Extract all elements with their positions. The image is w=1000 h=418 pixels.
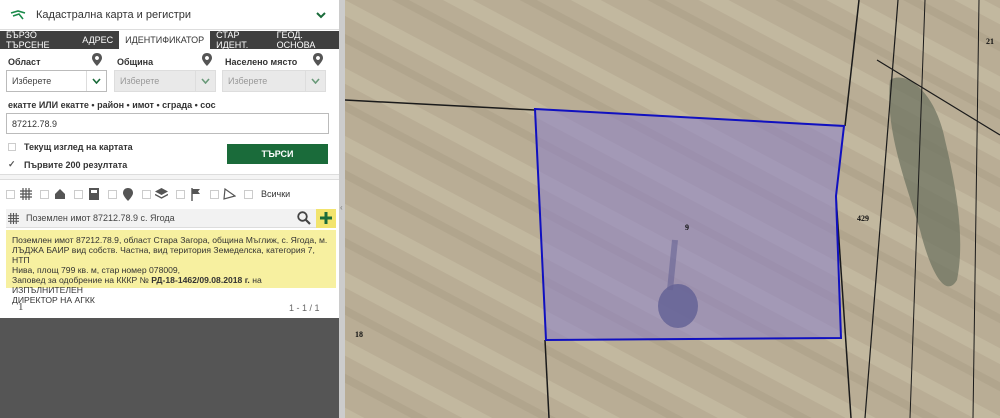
chevron-down-icon [86, 71, 106, 91]
result-order-line: Заповед за одобрение на КККР № РД-18-146… [12, 275, 330, 295]
checkmark-icon[interactable]: ✓ [8, 159, 16, 170]
tab-address[interactable]: АДРЕС [76, 31, 119, 49]
splitter-handle-icon[interactable]: ‹ [340, 203, 344, 213]
obshtina-select[interactable]: Изберете [114, 70, 216, 92]
location-pin-icon[interactable] [121, 187, 134, 201]
chevron-down-icon [305, 71, 325, 91]
filter-checkbox[interactable] [74, 189, 83, 199]
parcel-number-label: 9 [685, 223, 689, 232]
add-plus-icon[interactable] [316, 208, 336, 228]
result-item-header[interactable]: Поземлен имот 87212.78.9 с. Ягода [6, 208, 336, 228]
oblast-label: Област [8, 57, 41, 67]
filter-checkbox[interactable] [6, 189, 15, 199]
tab-quick-search[interactable]: БЪРЗО ТЪРСЕНЕ [0, 30, 76, 50]
map-view[interactable]: 9 429 18 21 [345, 0, 1000, 418]
tab-identifier[interactable]: ИДЕНТИФИКАТОР [119, 31, 211, 49]
order-number: РД-18-1462/09.08.2018 г. [151, 275, 250, 285]
result-item-details: Поземлен имот 87212.78.9, област Стара З… [6, 230, 336, 305]
current-view-option[interactable]: Текущ изглед на картата [8, 142, 133, 152]
identifier-input[interactable] [6, 113, 329, 134]
oblast-select[interactable]: Изберете [6, 70, 107, 92]
zoom-to-search-icon[interactable] [296, 210, 312, 226]
filter-checkbox[interactable] [142, 189, 151, 199]
filter-all-label: Всички [261, 189, 291, 199]
result-detail-line: ДИРЕКТОР НА АГКК [12, 295, 95, 305]
parcel-grid-icon[interactable] [19, 188, 32, 201]
flag-icon[interactable] [189, 187, 202, 201]
calculator-icon[interactable] [87, 188, 100, 201]
result-filters: Всички [6, 186, 290, 202]
pager-range: 1 - 1 / 1 [289, 303, 320, 313]
chevron-down-icon [195, 71, 215, 91]
parcel-number-label: 18 [355, 330, 363, 339]
chevron-down-icon[interactable] [311, 11, 331, 19]
obshtina-label: Община [117, 57, 154, 67]
polygon-icon[interactable] [223, 188, 236, 201]
result-detail-line: ЛЪДЖА БАИР вид собств. Частна, вид терит… [12, 245, 315, 265]
current-view-label: Текущ изглед на картата [24, 142, 133, 152]
first-200-option[interactable]: ✓ Първите 200 резултата [8, 159, 127, 170]
first-200-label: Първите 200 резултата [24, 159, 128, 170]
settlement-select[interactable]: Изберете [222, 70, 326, 92]
app-title: Кадастрална карта и регистри [36, 8, 192, 21]
settlement-label: Населено място [225, 57, 298, 67]
obshtina-select-value: Изберете [120, 76, 160, 86]
identifier-format-hint: екатте ИЛИ екатте • район • имот • сград… [8, 100, 216, 110]
parcel-number-label: 21 [986, 37, 994, 46]
current-view-checkbox[interactable] [8, 143, 16, 151]
layers-icon[interactable] [155, 188, 168, 201]
app-header[interactable]: Кадастрална карта и регистри [0, 0, 339, 30]
filter-checkbox[interactable] [176, 189, 185, 199]
map-canvas[interactable] [345, 0, 1000, 418]
building-icon[interactable] [53, 188, 66, 201]
panel-empty-area [0, 318, 339, 418]
selected-parcel[interactable] [533, 107, 846, 342]
tab-geodetic-base[interactable]: ГЕОД. ОСНОВА [271, 30, 339, 50]
divider [0, 174, 339, 180]
filter-checkbox[interactable] [40, 189, 49, 199]
filter-checkbox[interactable] [108, 189, 117, 199]
cadastre-logo-icon [10, 9, 26, 21]
result-item-title: Поземлен имот 87212.78.9 с. Ягода [26, 213, 175, 223]
tab-old-identifier[interactable]: СТАР ИДЕНТ. [210, 30, 270, 50]
pager-current-page[interactable]: 1 [18, 301, 24, 313]
filter-checkbox[interactable] [244, 189, 253, 199]
settlement-select-value: Изберете [228, 76, 268, 86]
location-pin-icon[interactable] [202, 53, 212, 66]
side-panel: Кадастрална карта и регистри БЪРЗО ТЪРСЕ… [0, 0, 339, 418]
filter-checkbox[interactable] [210, 189, 219, 199]
result-detail-line: Поземлен имот 87212.78.9, област Стара З… [12, 235, 328, 245]
search-tabs: БЪРЗО ТЪРСЕНЕ АДРЕС ИДЕНТИФИКАТОР СТАР И… [0, 30, 339, 50]
location-pin-icon[interactable] [313, 53, 323, 66]
parcel-number-label: 429 [857, 214, 869, 223]
oblast-select-value: Изберете [12, 76, 52, 86]
parcel-grid-icon [8, 212, 20, 224]
order-prefix: Заповед за одобрение на КККР № [12, 275, 149, 285]
search-button[interactable]: ТЪРСИ [227, 144, 328, 164]
result-detail-line: Нива, площ 799 кв. м, стар номер 078009, [12, 265, 181, 275]
location-pin-icon[interactable] [92, 53, 102, 66]
